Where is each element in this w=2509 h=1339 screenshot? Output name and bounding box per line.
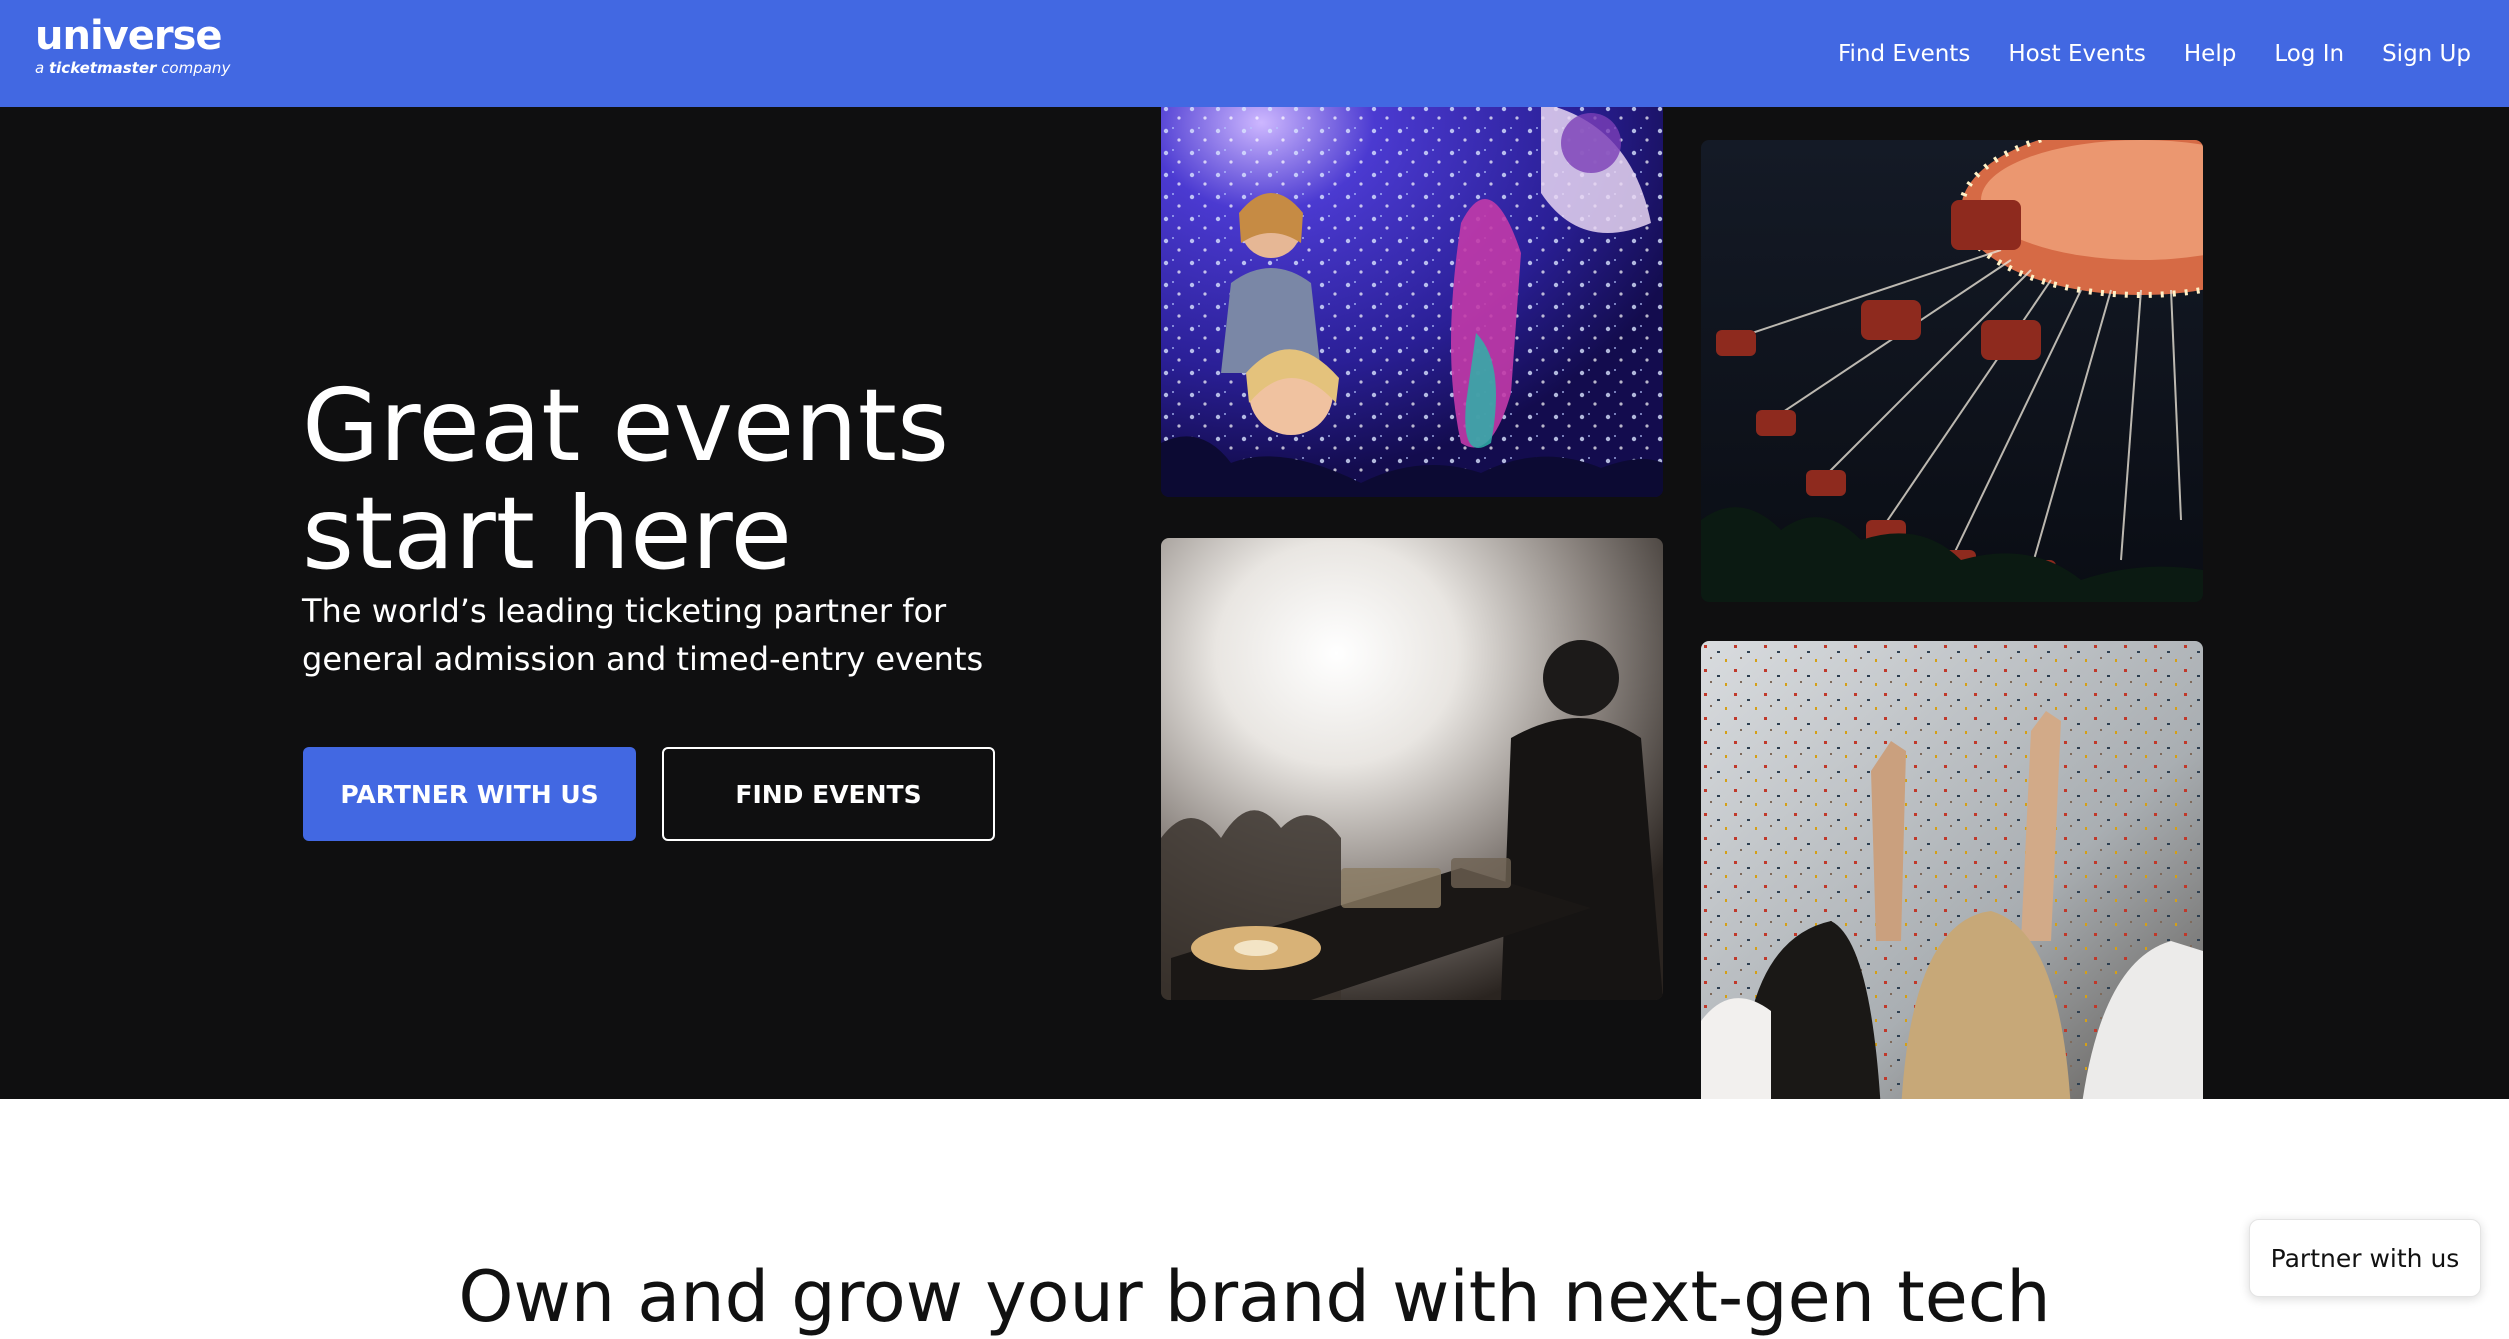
photo-dj-turntables-image [1161, 538, 1663, 1000]
partner-with-us-button[interactable]: PARTNER WITH US [303, 747, 636, 841]
photo-swing-ride [1701, 140, 2203, 602]
photo-family-show [1161, 107, 1663, 497]
nav-sign-up[interactable]: Sign Up [2382, 41, 2471, 67]
hero-title: Great events start here [302, 367, 950, 592]
universe-logo[interactable]: universe a ticketmaster company [35, 14, 230, 77]
logo-tagline-prefix: a [35, 59, 45, 77]
section-heading: Own and grow your brand with next-gen te… [458, 1256, 2051, 1338]
hero-subtitle: The world’s leading ticketing partner fo… [302, 592, 984, 678]
top-navigation-bar: universe a ticketmaster company Find Eve… [0, 0, 2509, 107]
hero-section: Great events start here The world’s lead… [0, 107, 2509, 1099]
main-nav: Find Events Host Events Help Log In Sign… [1838, 0, 2471, 107]
floating-partner-button[interactable]: Partner with us [2249, 1219, 2481, 1297]
logo-tagline-suffix: company [161, 59, 231, 77]
photo-confetti-crowd [1701, 641, 2203, 1099]
logo-tagline-brand: ticketmaster [48, 59, 157, 77]
find-events-button[interactable]: FIND EVENTS [662, 747, 995, 841]
nav-log-in[interactable]: Log In [2274, 41, 2344, 67]
nav-find-events[interactable]: Find Events [1838, 41, 1970, 67]
photo-swing-ride-image [1701, 140, 2203, 602]
logo-wordmark: universe [35, 13, 223, 59]
nav-help[interactable]: Help [2184, 41, 2236, 67]
photo-dj-turntables [1161, 538, 1663, 1000]
photo-family-show-image [1161, 107, 1663, 497]
photo-confetti-crowd-image [1701, 641, 2203, 1099]
logo-tagline: a ticketmaster company [35, 59, 230, 77]
nav-host-events[interactable]: Host Events [2008, 41, 2146, 67]
